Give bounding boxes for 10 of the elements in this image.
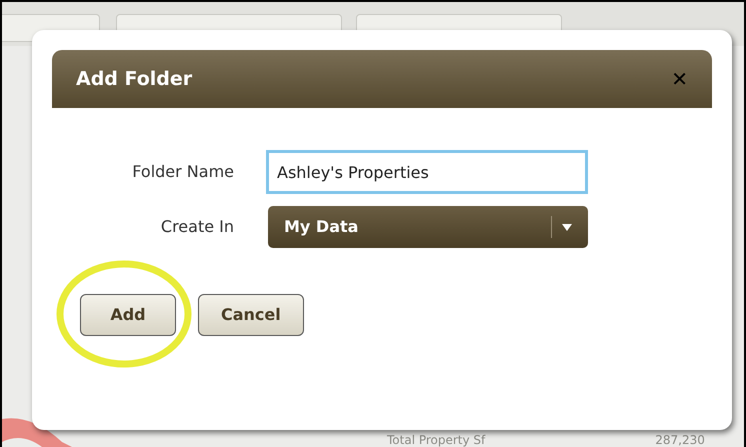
field-label: Folder Name [131, 161, 235, 183]
caret-down-icon [562, 224, 572, 230]
summary-value: 287,230 [655, 433, 705, 447]
summary-label: Total Property Sf [387, 433, 486, 447]
dialog-title: Add Folder [76, 66, 192, 92]
create-in-select[interactable]: My Data [268, 206, 588, 248]
cancel-button[interactable]: Cancel [198, 294, 304, 336]
add-button[interactable]: Add [80, 294, 176, 336]
folder-name-field[interactable]: Ashley's Properties [266, 150, 588, 194]
field-label: Create In [160, 216, 235, 238]
